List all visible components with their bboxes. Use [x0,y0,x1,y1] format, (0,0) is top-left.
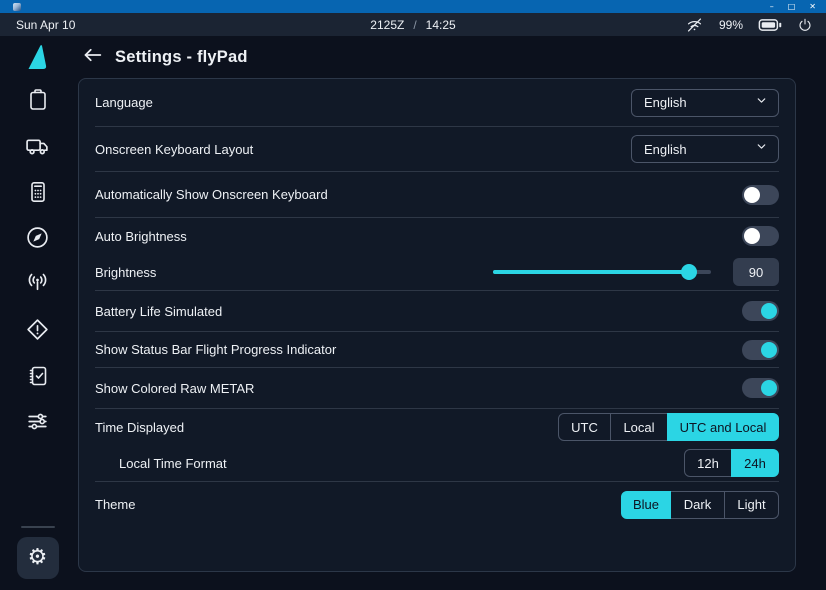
status-utc-time: 2125Z [370,18,404,32]
colored-metar-toggle[interactable] [742,378,779,398]
app-icon [13,3,21,11]
flight-progress-label: Show Status Bar Flight Progress Indicato… [95,342,336,357]
antenna-icon [25,271,50,301]
brightness-slider-fill [493,270,689,274]
calculator-icon [26,180,50,209]
time-displayed-option-utc-and-local[interactable]: UTC and Local [667,413,779,441]
setting-row-local-time-format: Local Time Format 12h 24h [95,446,779,480]
page-title: Settings - flyPad [115,48,248,67]
language-value: English [644,95,755,110]
keyboard-layout-value: English [644,142,755,157]
minimize-button[interactable]: – [770,0,774,13]
setting-row-auto-show-keyboard: Automatically Show Onscreen Keyboard [95,172,779,217]
sidebar-item-dashboard[interactable] [25,89,51,115]
keyboard-layout-select[interactable]: English [631,135,779,163]
gear-icon: ⚙ [28,547,48,569]
keyboard-layout-label: Onscreen Keyboard Layout [95,142,253,157]
window-titlebar: – □ ✕ [0,0,826,13]
back-arrow-icon[interactable] [82,46,103,69]
colored-metar-label: Show Colored Raw METAR [95,381,254,396]
flypad-window: – □ ✕ Sun Apr 10 2125Z/14:25 99% [0,0,826,590]
time-displayed-label: Time Displayed [95,420,184,435]
theme-option-dark[interactable]: Dark [670,491,725,519]
local-time-format-buttons: 12h 24h [684,449,779,477]
clipboard-icon [26,88,50,117]
language-select[interactable]: English [631,89,779,117]
status-local-time: 14:25 [426,18,456,32]
compass-icon [25,225,50,255]
settings-panel: Language English Onscreen Keyboard Layou… [78,78,796,572]
theme-option-blue[interactable]: Blue [621,491,671,519]
flight-progress-toggle[interactable] [742,340,779,360]
auto-brightness-label: Auto Brightness [95,229,187,244]
setting-row-auto-brightness: Auto Brightness [95,219,779,253]
setting-row-language: Language English [95,79,779,126]
setting-group-time: Time Displayed UTC Local UTC and Local L… [95,409,779,481]
local-time-format-option-24h[interactable]: 24h [731,449,779,477]
sidebar-item-presets[interactable] [25,411,51,437]
sidebar-item-ground-services[interactable] [25,135,51,161]
battery-life-label: Battery Life Simulated [95,304,222,319]
setting-row-flight-progress: Show Status Bar Flight Progress Indicato… [95,332,779,367]
page-header: Settings - flyPad [75,36,826,78]
chevron-down-icon [755,140,768,158]
setting-row-battery-life: Battery Life Simulated [95,291,779,331]
sidebar-nav [25,89,51,437]
close-button[interactable]: ✕ [809,0,816,13]
sidebar-item-radio[interactable] [25,273,51,299]
auto-show-keyboard-toggle[interactable] [742,185,779,205]
brightness-label: Brightness [95,265,156,280]
status-bar: Sun Apr 10 2125Z/14:25 99% [0,13,826,36]
auto-brightness-toggle[interactable] [742,226,779,246]
local-time-format-option-12h[interactable]: 12h [684,449,732,477]
sidebar-item-failures[interactable] [25,319,51,345]
local-time-format-label: Local Time Format [95,456,227,471]
setting-row-keyboard-layout: Onscreen Keyboard Layout English [95,127,779,171]
theme-label: Theme [95,497,135,512]
sidebar-item-navigation[interactable] [25,227,51,253]
brightness-value: 90 [733,258,779,286]
battery-life-toggle[interactable] [742,301,779,321]
flybywire-logo [26,43,50,75]
theme-buttons: Blue Dark Light [621,491,779,519]
setting-row-time-displayed: Time Displayed UTC Local UTC and Local [95,410,779,444]
alert-diamond-icon [25,317,50,347]
chevron-down-icon [755,94,768,112]
truck-icon [25,133,50,163]
setting-group-brightness: Auto Brightness Brightness 90 [95,218,779,290]
status-clock[interactable]: 2125Z / 14:25 [0,18,826,32]
clock-separator: / [413,18,416,32]
checklist-icon [26,364,50,393]
theme-option-light[interactable]: Light [724,491,779,519]
sliders-icon [25,409,50,439]
time-displayed-buttons: UTC Local UTC and Local [558,413,779,441]
sidebar-item-checklists[interactable] [25,365,51,391]
setting-row-colored-metar: Show Colored Raw METAR [95,368,779,408]
sidebar-divider [21,526,55,528]
time-displayed-option-utc[interactable]: UTC [558,413,611,441]
setting-row-brightness: Brightness 90 [95,255,779,289]
auto-show-keyboard-label: Automatically Show Onscreen Keyboard [95,187,328,202]
sidebar: ⚙ [0,36,75,590]
window-controls: – □ ✕ [770,0,826,13]
time-displayed-option-local[interactable]: Local [610,413,668,441]
sidebar-item-performance[interactable] [25,181,51,207]
setting-row-theme: Theme Blue Dark Light [95,482,779,527]
brightness-slider-knob[interactable] [681,264,697,280]
brightness-slider[interactable] [493,264,711,280]
language-label: Language [95,95,153,110]
maximize-button[interactable]: □ [788,0,796,13]
sidebar-item-settings[interactable]: ⚙ [17,537,59,579]
